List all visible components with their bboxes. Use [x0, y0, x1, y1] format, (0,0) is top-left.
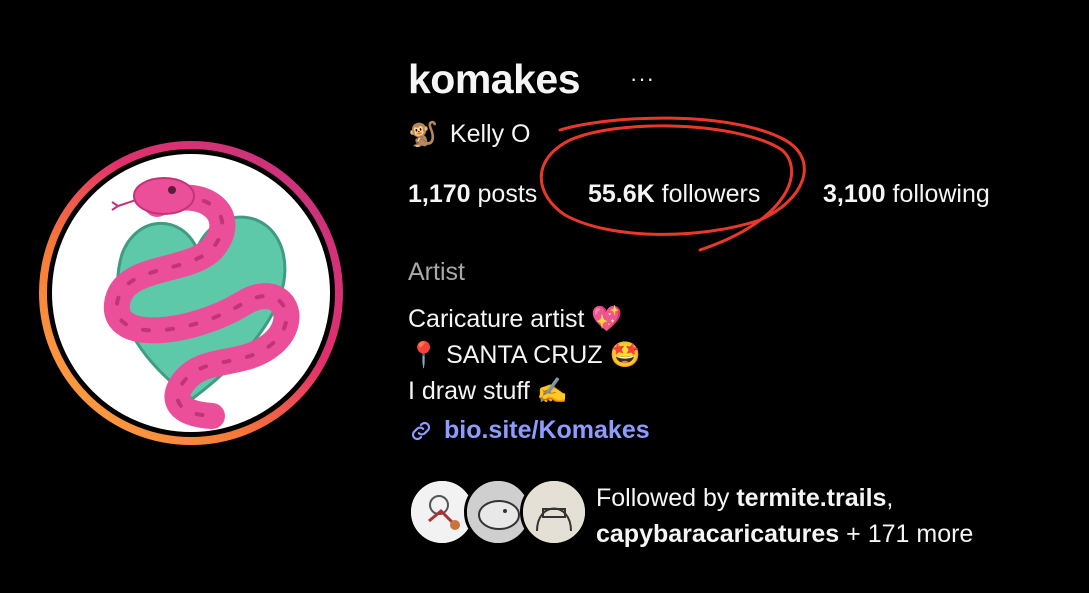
bio-line: I draw stuff ✍️ [408, 377, 568, 405]
posts-label: posts [477, 180, 538, 208]
followers-label: followers [661, 180, 761, 208]
profile-username: komakes [408, 56, 581, 102]
profile-link[interactable]: bio.site/Komakes [408, 416, 650, 445]
avatar-image [52, 154, 330, 432]
following-count: 3,100 [823, 180, 886, 208]
link-text: bio.site/Komakes [444, 416, 650, 444]
more-options-button[interactable]: ··· [630, 66, 655, 92]
followed-by-text[interactable]: Followed by termite.trails, capybaracari… [596, 480, 973, 552]
followers-stat[interactable]: 55.6K followers [588, 180, 760, 209]
follower-avatar [520, 478, 588, 546]
more-followers: + 171 more [846, 520, 974, 548]
following-label: following [892, 180, 990, 208]
profile-category: Artist [408, 258, 465, 286]
posts-count: 1,170 [408, 180, 471, 208]
followed-by-prefix: Followed by [596, 484, 730, 512]
full-name-text: Kelly O [449, 120, 531, 148]
monkey-icon: 🐒 [408, 121, 438, 148]
following-stat[interactable]: 3,100 following [823, 180, 990, 209]
followers-count: 55.6K [588, 180, 655, 208]
posts-stat[interactable]: 1,170 posts [408, 180, 537, 209]
profile-full-name: 🐒 Kelly O [408, 120, 530, 149]
bio-line: Caricature artist 💖 [408, 305, 623, 333]
bio-line: 📍 SANTA CRUZ 🤩 [408, 341, 641, 369]
mutual-follower: capybaracaricatures [596, 520, 840, 548]
profile-avatar[interactable] [38, 140, 344, 446]
mutual-follower: termite.trails [736, 484, 887, 512]
link-icon [411, 421, 431, 440]
snake-heart-illustration [103, 177, 300, 429]
profile-bio: Caricature artist 💖 📍 SANTA CRUZ 🤩 I dra… [408, 301, 641, 409]
followed-by-avatars[interactable] [408, 478, 588, 546]
separator: , [886, 484, 894, 512]
